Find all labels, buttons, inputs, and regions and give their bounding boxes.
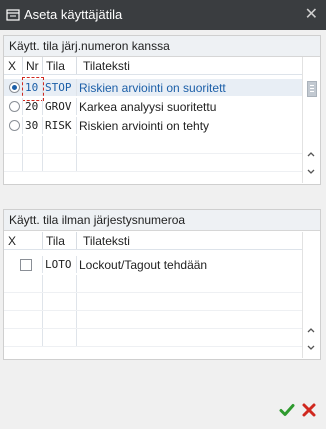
checkmark-icon [279, 404, 295, 416]
cancel-x-icon [302, 403, 316, 417]
column-header-row: X Nr Tila Tilateksti [4, 57, 303, 75]
scroll-up-icon[interactable] [306, 325, 316, 335]
confirm-button[interactable] [278, 401, 296, 419]
status-table-with-number: Käytt. tila järj.numeron kanssa X Nr Til… [3, 35, 321, 185]
column-header-x[interactable]: X [8, 59, 16, 73]
column-header-tila[interactable]: Tila [46, 59, 65, 73]
column-header-nr[interactable]: Nr [26, 59, 39, 73]
empty-row [4, 311, 303, 329]
row-radio[interactable] [9, 82, 20, 93]
empty-row [4, 329, 303, 347]
table-row[interactable]: 10 STOP Riskien arviointi on suoritett [4, 79, 303, 96]
row-text: Karkea analyysi suoritettu [79, 100, 217, 114]
scroll-down-icon[interactable] [306, 343, 316, 353]
table-row[interactable]: 30 RISK Riskien arviointi on tehty [4, 117, 303, 134]
row-text: Riskien arviointi on tehty [79, 119, 210, 133]
empty-row [4, 154, 303, 172]
row-radio[interactable] [9, 120, 20, 131]
scroll-up-icon[interactable] [306, 149, 316, 159]
column-header-x[interactable]: X [8, 234, 16, 248]
panel-header: Käytt. tila ilman järjestysnumeroa [4, 210, 320, 231]
row-tila: GROV [45, 100, 72, 113]
row-nr: 30 [25, 119, 39, 132]
row-text: Riskien arviointi on suoritett [79, 81, 226, 95]
empty-row [4, 293, 303, 311]
empty-row [4, 136, 303, 154]
window-icon [6, 9, 20, 21]
close-icon[interactable]: ✕ [305, 4, 318, 24]
column-header-tilateksti[interactable]: Tilateksti [83, 59, 130, 73]
row-nr: 20 [25, 100, 39, 113]
scroll-down-icon[interactable] [306, 167, 316, 177]
empty-row [4, 275, 303, 293]
row-tila: RISK [45, 119, 72, 132]
row-tila: STOP [45, 81, 72, 94]
vertical-scrollbar[interactable] [302, 57, 320, 183]
table-row[interactable]: LOTO Lockout/Tagout tehdään [4, 256, 303, 273]
column-header-tilateksti[interactable]: Tilateksti [83, 234, 130, 248]
row-tila: LOTO [45, 258, 72, 271]
table-row[interactable]: 20 GROV Karkea analyysi suoritettu [4, 98, 303, 115]
status-table-without-number: Käytt. tila ilman järjestysnumeroa X Til… [3, 209, 321, 360]
title-bar: Aseta käyttäjätila ✕ [0, 0, 326, 30]
row-text: Lockout/Tagout tehdään [79, 258, 208, 272]
panel-header: Käytt. tila järj.numeron kanssa [4, 36, 320, 57]
column-header-tila[interactable]: Tila [46, 234, 65, 248]
window-title: Aseta käyttäjätila [24, 7, 123, 22]
column-header-row: X Tila Tilateksti [4, 232, 303, 250]
scroll-thumb[interactable] [307, 81, 317, 97]
row-nr: 10 [25, 81, 39, 94]
row-radio[interactable] [9, 101, 20, 112]
cancel-button[interactable] [300, 401, 318, 419]
row-checkbox[interactable] [20, 259, 32, 271]
vertical-scrollbar[interactable] [302, 232, 320, 358]
